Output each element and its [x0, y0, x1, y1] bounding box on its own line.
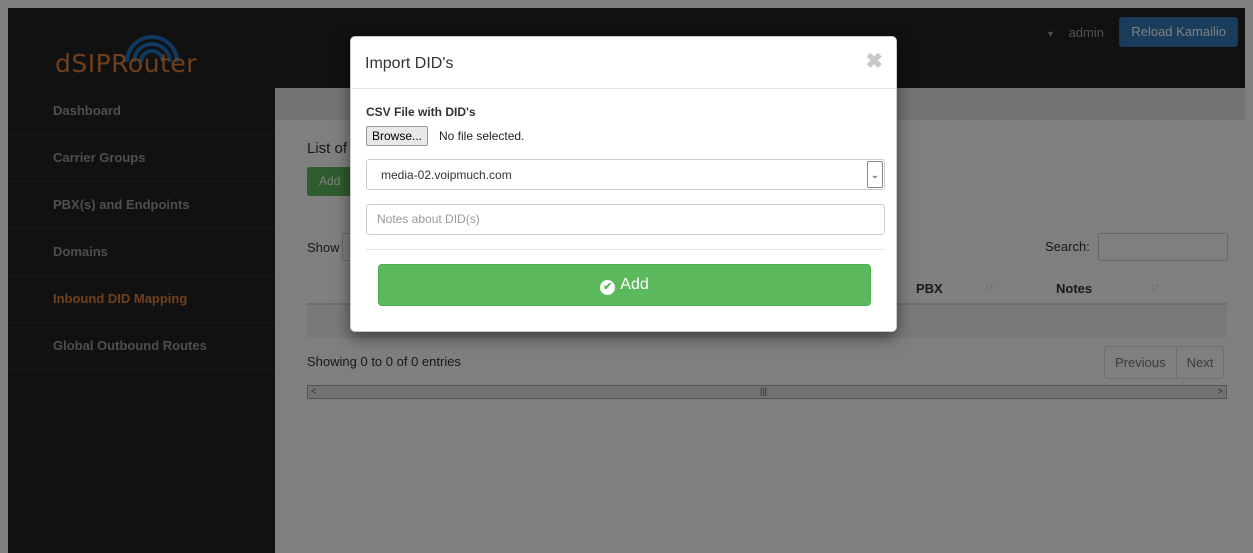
- import-dids-modal: Import DID's ✖ CSV File with DID's Brows…: [350, 36, 897, 332]
- file-status: No file selected.: [439, 129, 525, 143]
- modal-divider: [366, 249, 885, 250]
- add-dids-button[interactable]: ✔ Add: [378, 264, 871, 306]
- modal-header: Import DID's ✖: [351, 37, 896, 89]
- add-dids-label: Add: [620, 276, 649, 293]
- browse-button[interactable]: Browse...: [366, 126, 429, 146]
- notes-input[interactable]: Notes about DID(s): [366, 204, 885, 235]
- media-server-value: media-02.voipmuch.com: [381, 168, 512, 182]
- check-circle-icon: ✔: [600, 280, 616, 295]
- media-server-select[interactable]: media-02.voipmuch.com ⌄: [366, 159, 885, 190]
- close-icon[interactable]: ✖: [865, 49, 883, 74]
- chevron-down-icon[interactable]: ⌄: [867, 161, 883, 188]
- modal-title: Import DID's: [365, 55, 454, 72]
- csv-file-label: CSV File with DID's: [366, 105, 476, 119]
